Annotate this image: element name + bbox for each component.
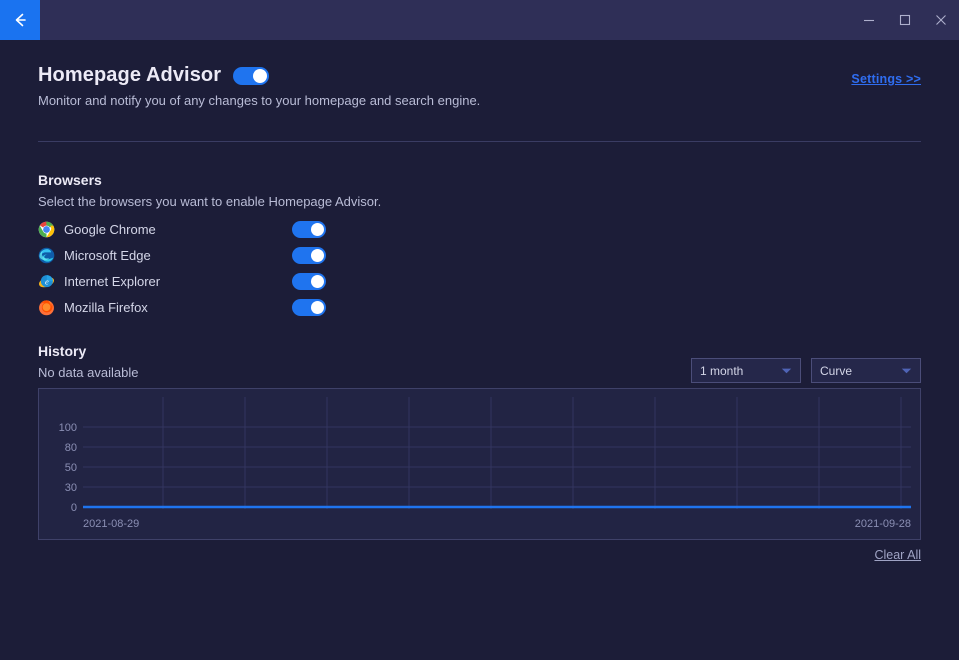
browser-row-firefox[interactable]: Mozilla Firefox: [38, 294, 338, 320]
chart-x-axis-labels: 2021-08-29 2021-09-28: [83, 518, 911, 530]
chevron-down-icon: [781, 362, 792, 380]
x-tick-start: 2021-08-29: [83, 518, 139, 530]
history-controls: 1 month Curve: [691, 358, 921, 383]
minimize-button[interactable]: [851, 0, 887, 40]
browser-name-edge: Microsoft Edge: [64, 247, 151, 263]
feature-header: Homepage Advisor: [38, 64, 270, 87]
toggle-knob: [311, 274, 324, 288]
y-tick-80: 80: [65, 442, 77, 454]
time-range-dropdown[interactable]: 1 month: [691, 358, 801, 383]
page-title: Homepage Advisor: [38, 64, 222, 86]
y-tick-100: 100: [59, 422, 77, 434]
browser-row-chrome[interactable]: Google Chrome: [38, 216, 338, 242]
chevron-down-icon: [901, 362, 912, 380]
chart-style-dropdown[interactable]: Curve: [811, 358, 921, 383]
feature-subtitle: Monitor and notify you of any changes to…: [38, 93, 481, 108]
chart-y-axis-labels: 100 80 50 30 0: [59, 422, 77, 514]
browser-list: Google Chrome Microsoft Edge e Internet …: [38, 216, 338, 320]
edge-icon: [38, 247, 55, 264]
browser-toggle-chrome[interactable]: [292, 220, 326, 238]
time-range-value: 1 month: [700, 363, 744, 378]
y-tick-50: 50: [65, 462, 77, 474]
chrome-icon: [38, 221, 55, 238]
browsers-subheading: Select the browsers you want to enable H…: [38, 194, 382, 209]
window-controls: [851, 0, 959, 40]
history-heading: History: [38, 343, 87, 359]
history-status: No data available: [38, 365, 139, 380]
chart-style-value: Curve: [820, 363, 853, 378]
browser-toggle-firefox[interactable]: [292, 298, 326, 316]
browser-name-firefox: Mozilla Firefox: [64, 299, 148, 315]
toggle-knob: [253, 68, 268, 83]
x-tick-end: 2021-09-28: [855, 518, 911, 530]
section-divider: [38, 141, 921, 142]
toggle-knob: [311, 248, 324, 262]
minimize-icon: [863, 14, 875, 26]
chart-gridlines-horizontal: [83, 426, 911, 488]
homepage-advisor-toggle[interactable]: [233, 66, 270, 85]
browsers-heading: Browsers: [38, 172, 102, 188]
clear-all-link[interactable]: Clear All: [874, 548, 921, 562]
browser-toggle-edge[interactable]: [292, 246, 326, 264]
svg-text:e: e: [45, 276, 49, 286]
firefox-icon: [38, 299, 55, 316]
history-chart: 100 80 50 30 0 2021-08-29 2021-09-28: [59, 397, 911, 530]
browser-name-ie: Internet Explorer: [64, 273, 161, 289]
history-chart-panel: 100 80 50 30 0 2021-08-29 2021-09-28: [38, 388, 921, 540]
titlebar-drag-region: [40, 0, 851, 40]
chart-gridlines-vertical: [162, 397, 902, 509]
browser-row-ie[interactable]: e Internet Explorer: [38, 268, 338, 294]
toggle-knob: [311, 222, 324, 236]
maximize-button[interactable]: [887, 0, 923, 40]
maximize-icon: [899, 14, 911, 26]
back-button[interactable]: [0, 0, 40, 40]
y-tick-30: 30: [65, 482, 77, 494]
y-tick-0: 0: [71, 502, 77, 514]
browser-name-chrome: Google Chrome: [64, 221, 156, 237]
titlebar: [0, 0, 959, 40]
settings-link[interactable]: Settings >>: [851, 72, 921, 86]
toggle-knob: [311, 300, 324, 314]
close-icon: [935, 14, 947, 26]
ie-icon: e: [38, 273, 55, 290]
close-button[interactable]: [923, 0, 959, 40]
content-area: Homepage Advisor Settings >> Monitor and…: [0, 40, 959, 660]
arrow-left-icon: [10, 10, 30, 30]
browser-row-edge[interactable]: Microsoft Edge: [38, 242, 338, 268]
browser-toggle-ie[interactable]: [292, 272, 326, 290]
